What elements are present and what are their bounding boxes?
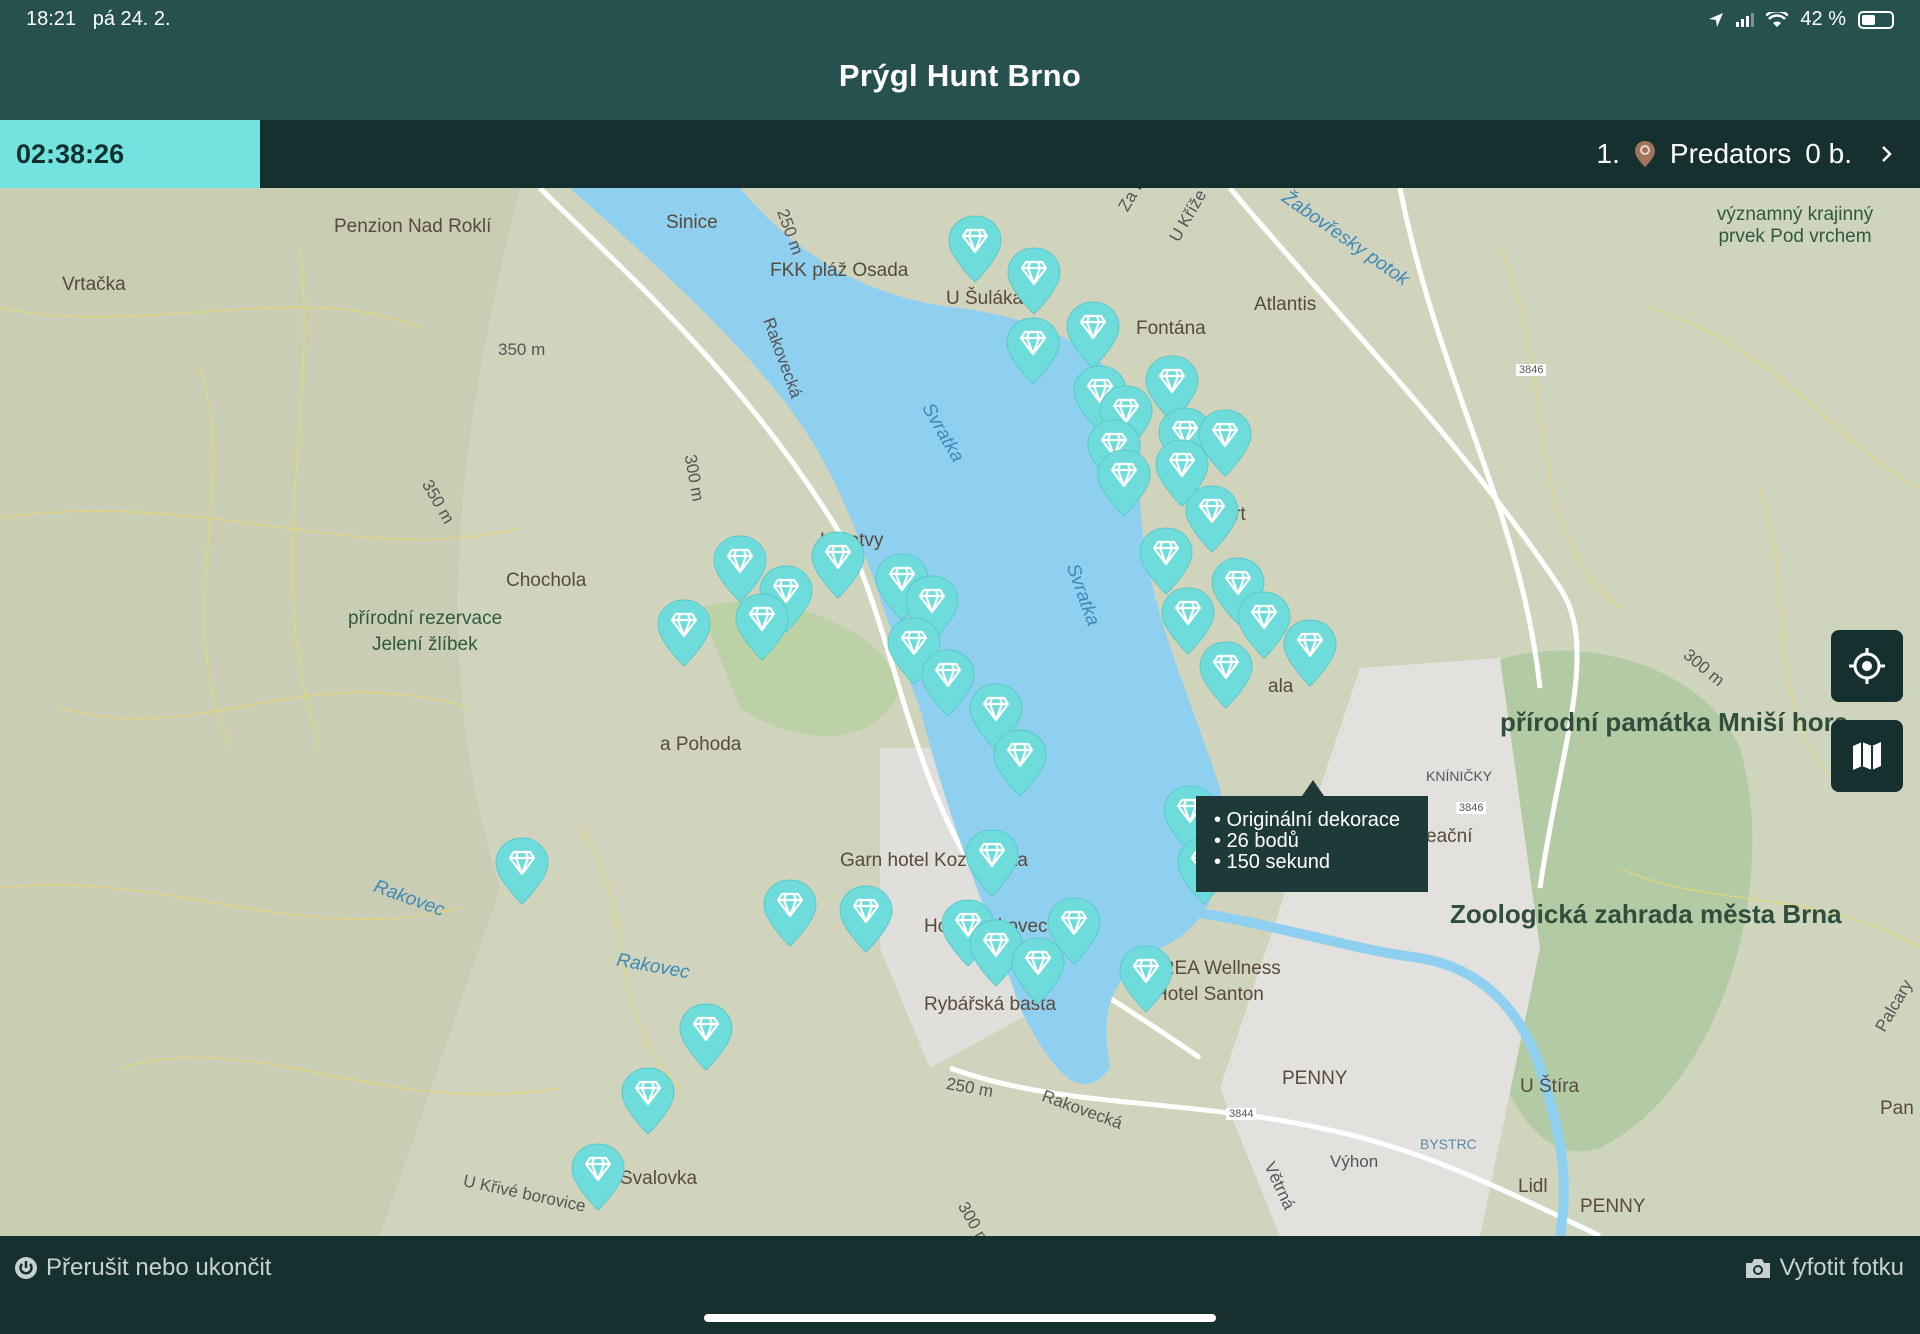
team-ranking[interactable]: 1. Predators 0 b. xyxy=(1597,138,1894,170)
take-photo-label: Vyfotit fotku xyxy=(1779,1254,1905,1281)
map-label: a Pohoda xyxy=(660,734,742,755)
date: pá 24. 2. xyxy=(92,8,171,30)
tooltip-line: • 150 sekund xyxy=(1214,851,1330,873)
map-label: Pan xyxy=(1880,1098,1914,1119)
chevron-right-icon xyxy=(1882,146,1892,162)
map-label: Vrtačka xyxy=(62,274,126,295)
road-number: 3846 xyxy=(1516,364,1547,376)
battery-icon xyxy=(1858,10,1894,29)
map-label: Sinice xyxy=(666,212,718,233)
status-time: 18:21 pá 24. 2. xyxy=(26,8,171,31)
map-label: eační xyxy=(1426,826,1473,847)
location-arrow-icon xyxy=(1709,12,1724,27)
map-label: BYSTRC xyxy=(1420,1136,1477,1152)
diamond-marker-icon[interactable] xyxy=(964,828,1020,898)
map-label: Atlantis xyxy=(1254,294,1317,315)
diamond-marker-icon[interactable] xyxy=(1006,246,1062,316)
diamond-marker-icon[interactable] xyxy=(1065,300,1121,370)
end-game-button[interactable]: Přerušit nebo ukončit xyxy=(14,1254,271,1282)
diamond-marker-icon[interactable] xyxy=(992,728,1048,798)
diamond-marker-icon[interactable] xyxy=(1198,640,1254,710)
map-layers-button[interactable] xyxy=(1831,720,1903,792)
map-view[interactable]: Penzion Nad Roklí Sinice Vrtačka FKK plá… xyxy=(0,188,1920,1236)
app-header: 18:21 pá 24. 2. 42 % Prýgl Hunt Brno xyxy=(0,0,1920,120)
map-label: PENNY xyxy=(1580,1196,1646,1217)
map-label: Fontána xyxy=(1136,318,1206,339)
map-label: Chochola xyxy=(506,570,587,591)
road-number: 3844 xyxy=(1226,1108,1257,1120)
tooltip-line: • Originální dekorace xyxy=(1214,809,1400,831)
map-label: Zoologická zahrada města Brna xyxy=(1450,899,1842,929)
team-points: 0 b. xyxy=(1805,138,1852,169)
diamond-marker-icon[interactable] xyxy=(762,878,818,948)
locate-icon xyxy=(1849,648,1885,684)
page-title: Prýgl Hunt Brno xyxy=(838,58,1082,93)
diamond-marker-icon[interactable] xyxy=(678,1002,734,1072)
battery-percent: 42 % xyxy=(1800,8,1846,30)
clock: 18:21 xyxy=(26,8,77,30)
camera-icon xyxy=(1745,1259,1770,1278)
game-status-bar: 02:38:26 1. Predators 0 b. xyxy=(0,120,1920,188)
marker-tooltip: • Originální dekorace • 26 bodů • 150 se… xyxy=(1196,780,1428,892)
diamond-marker-icon[interactable] xyxy=(494,836,550,906)
diamond-marker-icon[interactable] xyxy=(947,214,1003,284)
map-label: přírodní památka Mniší hora xyxy=(1500,707,1849,737)
diamond-marker-icon[interactable] xyxy=(734,592,790,662)
diamond-marker-icon[interactable] xyxy=(838,884,894,954)
pin-icon xyxy=(1634,141,1655,167)
map-label: přírodní rezervace xyxy=(348,608,503,629)
bottom-bar: Přerušit nebo ukončit Vyfotit fotku xyxy=(0,1236,1920,1334)
map-label: Jelení žlíbek xyxy=(372,634,478,655)
team-rank: 1. xyxy=(1596,138,1620,169)
end-game-label: Přerušit nebo ukončit xyxy=(46,1254,272,1281)
home-indicator xyxy=(704,1314,1216,1322)
map-label: PENNY xyxy=(1282,1068,1348,1089)
map-label: 350 m xyxy=(498,340,546,359)
map-label: KNÍNIČKY xyxy=(1426,768,1493,784)
signal-icon xyxy=(1736,12,1755,27)
tooltip-line: • 26 bodů xyxy=(1214,830,1299,852)
take-photo-button[interactable]: Vyfotit fotku xyxy=(1744,1254,1905,1282)
diamond-marker-icon[interactable] xyxy=(656,598,712,668)
map-label: Výhon xyxy=(1330,1152,1379,1171)
diamond-marker-icon[interactable] xyxy=(620,1066,676,1136)
diamond-marker-icon[interactable] xyxy=(1005,316,1061,386)
diamond-marker-icon[interactable] xyxy=(1282,618,1338,688)
diamond-marker-icon[interactable] xyxy=(810,530,866,600)
map-label: Lidl xyxy=(1518,1176,1548,1197)
locate-button[interactable] xyxy=(1831,630,1903,702)
team-name: Predators xyxy=(1669,138,1792,169)
map-label: FKK pláž Osada xyxy=(770,260,909,281)
map-label: významný krajinný prvek Pod vrchem xyxy=(1716,204,1874,247)
map-label: Svalovka xyxy=(620,1168,698,1189)
status-indicators: 42 % xyxy=(1708,8,1894,31)
power-icon xyxy=(15,1257,37,1279)
diamond-marker-icon[interactable] xyxy=(1118,944,1174,1014)
wifi-icon xyxy=(1766,11,1789,27)
map-label: U Štíra xyxy=(1520,1076,1580,1097)
map-icon xyxy=(1853,742,1881,770)
diamond-marker-icon[interactable] xyxy=(570,1142,626,1212)
diamond-marker-icon[interactable] xyxy=(1046,896,1102,966)
map-label: Penzion Nad Roklí xyxy=(334,216,492,237)
diamond-marker-icon[interactable] xyxy=(1096,448,1152,518)
game-timer: 02:38:26 xyxy=(0,120,260,188)
road-number: 3846 xyxy=(1456,802,1487,814)
